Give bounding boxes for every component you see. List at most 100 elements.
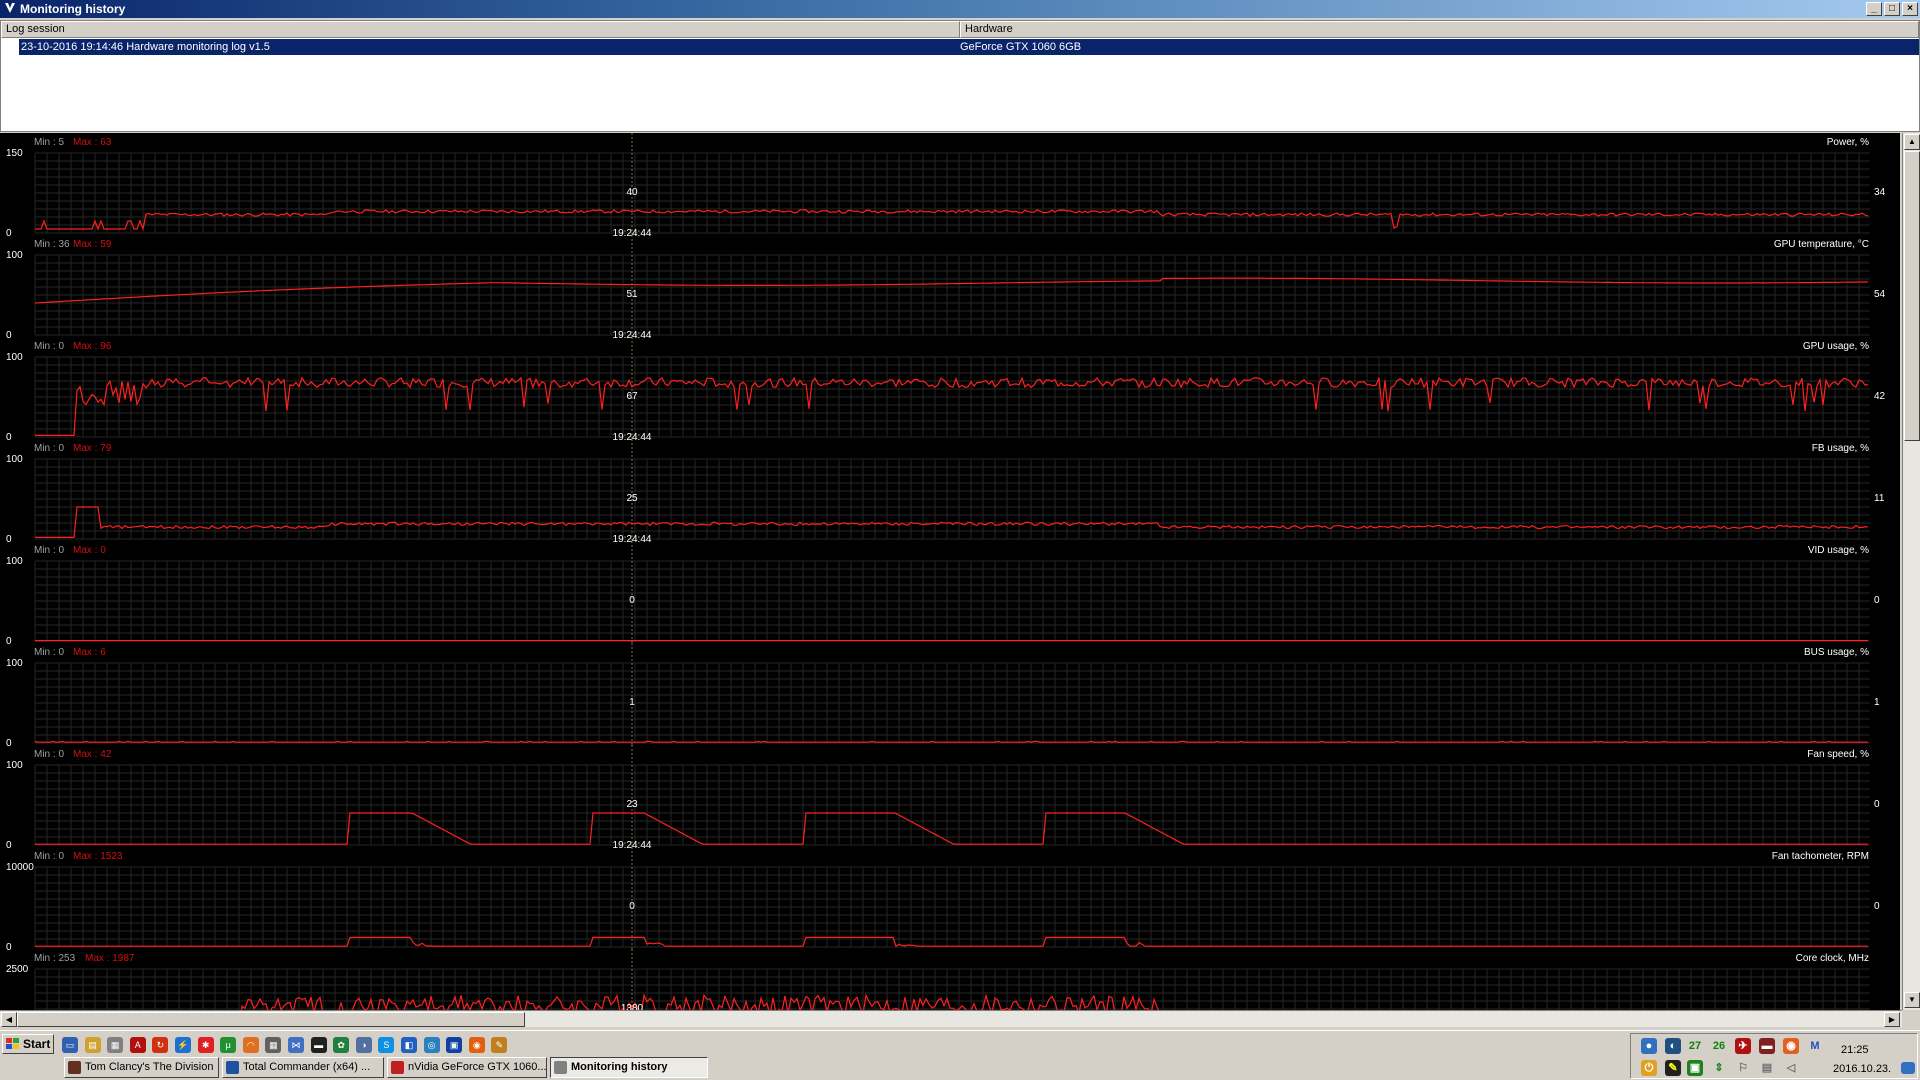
title-bar[interactable]: Monitoring history _ □ × <box>0 0 1920 18</box>
min-label: Min : 0 <box>34 545 64 556</box>
max-label: Max : 6 <box>73 647 106 658</box>
grid-icon[interactable]: ▦ <box>265 1037 282 1053</box>
vertical-scrollbar[interactable]: ▲ ▼ <box>1902 133 1920 1010</box>
scroll-up-arrow[interactable]: ▲ <box>1904 134 1920 150</box>
cursor-value: 1380 <box>621 1003 644 1010</box>
graph-panel: 100 0 Min : 0 Max : 79 FB usage, % 25 19:24:44… <box>6 439 1885 545</box>
temperature-1[interactable]: 27 <box>1687 1038 1703 1054</box>
graph-panel: 100 0 Min : 0 Max : 42 Fan speed, % 23 19:24:4… <box>6 745 1880 851</box>
clock-time[interactable]: 21:25 <box>1841 1044 1869 1056</box>
max-label: Max : 59 <box>73 239 112 250</box>
record-tray-icon[interactable]: ◉ <box>1783 1038 1799 1054</box>
axis-min-label: 0 <box>6 534 12 545</box>
column-header-hardware[interactable]: Hardware <box>960 21 1919 38</box>
pen-tray-icon[interactable]: ✎ <box>1665 1060 1681 1076</box>
temperature-2[interactable]: 26 <box>1711 1038 1727 1054</box>
card-tray-icon[interactable]: ▬ <box>1759 1038 1775 1054</box>
axis-min-label: 0 <box>6 840 12 851</box>
min-label: Min : 0 <box>34 749 64 760</box>
nvidia-tray-icon[interactable]: ▣ <box>1687 1060 1703 1076</box>
axis-max-label: 100 <box>6 250 23 261</box>
task-button[interactable]: Monitoring history <box>550 1057 708 1078</box>
graph-area[interactable]: 150 0 Min : 5 Max : 63 Power, % 40 19:24:44 34 1… <box>0 133 1900 1010</box>
task-button[interactable]: Total Commander (x64) ... <box>222 1057 384 1078</box>
firefox-icon[interactable]: ◉ <box>468 1037 485 1053</box>
flag-tray-icon[interactable]: ⚐ <box>1735 1060 1751 1076</box>
acrobat-icon[interactable]: A <box>129 1037 146 1053</box>
cursor-value: 40 <box>626 187 638 198</box>
show-desktop-icon[interactable]: ▭ <box>62 1037 78 1053</box>
minimize-button[interactable]: _ <box>1866 2 1882 16</box>
updown-tray-icon[interactable]: ⇕ <box>1711 1060 1727 1076</box>
calculator-icon[interactable]: ▦ <box>107 1037 124 1053</box>
graph-panel: 10000 0 Min : 0 Max : 1523 Fan tachometer, R… <box>6 847 1880 953</box>
graph-trace <box>34 277 1869 304</box>
task-app-icon <box>226 1061 239 1074</box>
volume-tray-icon[interactable]: ◁ <box>1783 1060 1799 1076</box>
skype-icon[interactable]: S <box>378 1037 395 1053</box>
winamp-icon[interactable]: ⋈ <box>288 1037 304 1053</box>
current-value: 1 <box>1874 697 1880 708</box>
graph-panel: 100 0 Min : 0 Max : 96 GPU usage, % 67 19:24:4… <box>6 337 1886 443</box>
vertical-scroll-thumb[interactable] <box>1904 151 1920 441</box>
task-label: nVidia GeForce GTX 1060... <box>408 1061 547 1073</box>
current-value: 54 <box>1874 289 1886 300</box>
power-icon[interactable]: ⚡ <box>175 1037 191 1053</box>
maximize-button[interactable]: □ <box>1884 2 1900 16</box>
windows-flag-icon <box>6 1038 19 1049</box>
monitor-icon[interactable]: ◐ <box>1665 1038 1681 1054</box>
column-header-log-session[interactable]: Log session <box>1 21 960 38</box>
pencil-icon[interactable]: ✎ <box>491 1037 508 1053</box>
graph-panel: 150 0 Min : 5 Max : 63 Power, % 40 19:24:44 34 <box>6 133 1886 239</box>
horizontal-scrollbar[interactable]: ◀ ▶ <box>0 1010 1902 1027</box>
save-icon[interactable]: ▣ <box>446 1037 463 1053</box>
network-tray-icon[interactable]: ▤ <box>1759 1060 1775 1076</box>
disk-icon[interactable]: ◧ <box>401 1037 417 1053</box>
task-app-icon <box>554 1061 567 1074</box>
close-button[interactable]: × <box>1902 2 1918 16</box>
min-label: Min : 36 <box>34 239 70 250</box>
cursor-value: 1 <box>629 697 635 708</box>
afterburner-tray-icon[interactable]: ✈ <box>1735 1038 1751 1054</box>
log-session-list[interactable]: Log session Hardware 23-10-2016 19:14:46… <box>0 20 1920 132</box>
graph-trace <box>35 506 1869 538</box>
start-button[interactable]: Start <box>2 1034 54 1054</box>
session-row[interactable]: 23-10-2016 19:14:46 Hardware monitoring … <box>19 39 1919 55</box>
task-app-icon <box>391 1061 404 1074</box>
power-tray-icon[interactable]: ⏻ <box>1641 1060 1657 1076</box>
rss-icon[interactable]: ◠ <box>242 1037 259 1053</box>
axis-min-label: 0 <box>6 432 12 443</box>
graph-title: FB usage, % <box>1812 443 1869 454</box>
graph-title: Core clock, MHz <box>1796 953 1869 964</box>
star-icon[interactable]: ✱ <box>197 1037 214 1053</box>
scroll-down-arrow[interactable]: ▼ <box>1904 992 1920 1008</box>
graph-title: Power, % <box>1827 137 1869 148</box>
m-tray-icon[interactable]: M <box>1807 1038 1823 1054</box>
show-desktop-tray-icon[interactable] <box>1901 1062 1915 1074</box>
paint-icon[interactable]: ✿ <box>333 1037 350 1053</box>
axis-max-label: 100 <box>6 454 23 465</box>
sync-icon[interactable]: ↻ <box>152 1037 169 1053</box>
utorrent-icon[interactable]: μ <box>220 1037 237 1053</box>
min-label: Min : 0 <box>34 851 64 862</box>
graph-title: GPU temperature, °C <box>1774 239 1869 250</box>
task-button[interactable]: nVidia GeForce GTX 1060... <box>387 1057 547 1078</box>
network-icon[interactable]: ● <box>1641 1038 1657 1054</box>
scroll-left-arrow[interactable]: ◀ <box>1 1012 17 1027</box>
min-label: Min : 0 <box>34 443 64 454</box>
task-button[interactable]: Tom Clancy's The Division <box>64 1057 219 1078</box>
max-label: Max : 63 <box>73 137 112 148</box>
horizontal-scroll-thumb[interactable] <box>17 1012 525 1027</box>
axis-max-label: 100 <box>6 352 23 363</box>
explorer-icon[interactable]: ▤ <box>84 1037 101 1053</box>
min-label: Min : 253 <box>34 953 76 964</box>
cmd-icon[interactable]: ▬ <box>310 1037 327 1053</box>
session-hardware: GeForce GTX 1060 6GB <box>960 41 1082 53</box>
chrome-icon[interactable]: ◎ <box>423 1037 440 1053</box>
scroll-right-arrow[interactable]: ▶ <box>1884 1012 1900 1027</box>
system-tray: ● ◐ 27 26 ✈ ▬ ◉ M ⏻ ✎ ▣ ⇕ ⚐ ▤ ◁ 21:25 20… <box>1630 1033 1918 1079</box>
axis-max-label: 100 <box>6 556 23 567</box>
cursor-time: 19:24:44 <box>613 432 652 443</box>
audio-icon[interactable]: ◑ <box>355 1037 372 1053</box>
clock-date[interactable]: 2016.10.23. <box>1833 1063 1891 1075</box>
